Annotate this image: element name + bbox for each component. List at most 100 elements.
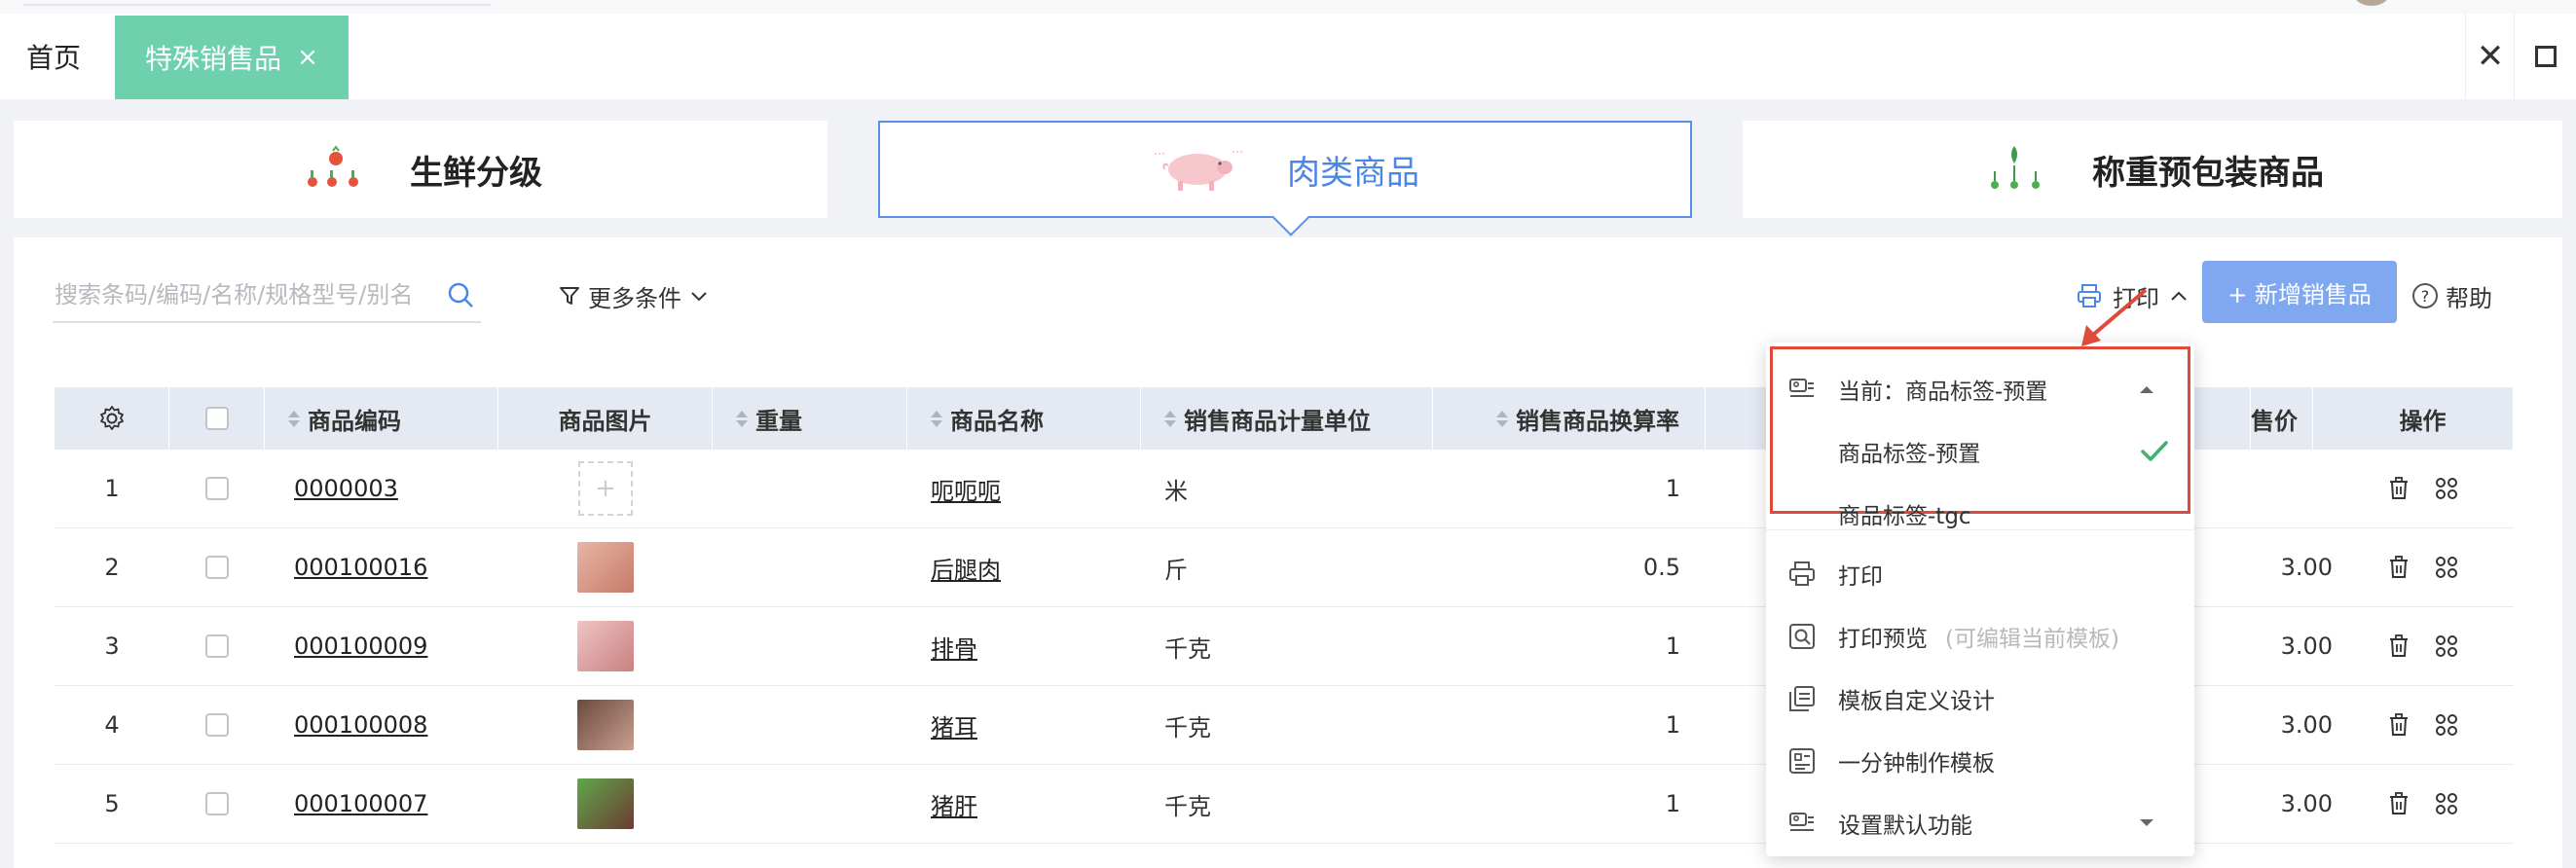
- product-name-link[interactable]: 呃呃呃: [931, 472, 1001, 506]
- trash-icon[interactable]: [2388, 556, 2410, 579]
- product-name-link[interactable]: 排骨: [931, 630, 977, 664]
- header-price[interactable]: 售价: [2177, 387, 2313, 450]
- ops-cell: [2333, 686, 2514, 764]
- category-weighed-prepack[interactable]: 称重预包装商品: [1743, 121, 2562, 218]
- chevron-up-icon: [2171, 291, 2187, 301]
- print-button[interactable]: 打印: [2076, 274, 2189, 317]
- more-filter-button[interactable]: 更多条件: [559, 276, 709, 315]
- rate-cell: 1: [1665, 475, 1680, 502]
- row-checkbox[interactable]: [205, 792, 229, 815]
- row-checkbox[interactable]: [205, 477, 229, 500]
- caret-up-icon[interactable]: [2138, 383, 2155, 395]
- row-checkbox[interactable]: [205, 634, 229, 658]
- fullscreen-button[interactable]: [2514, 14, 2576, 99]
- search-input[interactable]: [53, 272, 426, 317]
- product-name-link[interactable]: 猪肝: [931, 787, 977, 821]
- more-actions-icon[interactable]: [2435, 713, 2458, 737]
- rate-cell: 1: [1665, 711, 1680, 739]
- header-unit-label: 销售商品计量单位: [1184, 407, 1371, 435]
- unit-cell: 斤: [1164, 556, 1188, 584]
- code-cell: 000100007: [265, 765, 498, 843]
- header-weight[interactable]: 重量: [713, 387, 907, 450]
- image-placeholder[interactable]: +: [578, 461, 633, 516]
- header-weight-label: 重量: [755, 407, 802, 435]
- name-cell: 后腿肉: [907, 528, 1141, 606]
- check-icon: [2141, 441, 2168, 461]
- current-template-item[interactable]: 当前：商品标签-预置: [1766, 358, 2194, 420]
- trash-icon[interactable]: [2388, 713, 2410, 737]
- product-name-link[interactable]: 后腿肉: [931, 551, 1001, 585]
- name-cell: 猪肝: [907, 765, 1141, 843]
- product-thumbnail[interactable]: [577, 621, 634, 671]
- rate-cell: 1: [1665, 790, 1680, 817]
- price-cell: 3.00: [2280, 633, 2333, 660]
- current-template-label: 当前：商品标签-预置: [1838, 380, 2048, 405]
- name-cell: 呃呃呃: [907, 450, 1141, 527]
- header-code-label: 商品编码: [308, 407, 401, 435]
- product-code-link[interactable]: 0000003: [294, 475, 398, 502]
- tab-home[interactable]: 首页: [0, 14, 107, 99]
- product-thumbnail[interactable]: [577, 778, 634, 829]
- help-button[interactable]: ? 帮助: [2412, 274, 2492, 317]
- menu-divider: [1766, 529, 2194, 530]
- category-label: 肉类商品: [1287, 153, 1419, 193]
- default-setting-icon: [1789, 813, 1814, 831]
- unit-cell: 千克: [1164, 634, 1211, 663]
- print-action-item[interactable]: 打印: [1766, 543, 2194, 605]
- header-name[interactable]: 商品名称: [907, 387, 1141, 450]
- template-option-tgc[interactable]: 商品标签-tgc: [1766, 483, 2194, 545]
- template-design-item[interactable]: 模板自定义设计: [1766, 668, 2194, 730]
- product-thumbnail[interactable]: [577, 700, 634, 750]
- template-option-preset[interactable]: 商品标签-预置: [1766, 420, 2194, 483]
- sort-icon: [931, 410, 942, 427]
- more-actions-icon[interactable]: [2435, 792, 2458, 815]
- sort-icon: [736, 410, 748, 427]
- product-code-link[interactable]: 000100008: [294, 711, 427, 739]
- pig-icon: [1155, 151, 1242, 191]
- product-code-link[interactable]: 000100007: [294, 790, 427, 817]
- template-design-label: 模板自定义设计: [1838, 689, 1995, 714]
- header-rate[interactable]: 销售商品换算率: [1433, 387, 1706, 450]
- trash-icon[interactable]: [2388, 477, 2410, 500]
- product-code-link[interactable]: 000100009: [294, 633, 427, 660]
- product-thumbnail[interactable]: [577, 542, 634, 593]
- column-settings-button[interactable]: [55, 387, 169, 450]
- product-code-link[interactable]: 000100016: [294, 554, 427, 581]
- print-preview-item[interactable]: 打印预览 (可编辑当前模板): [1766, 605, 2194, 668]
- trash-icon[interactable]: [2388, 792, 2410, 815]
- price-cell: 3.00: [2280, 790, 2333, 817]
- tabs-bar: 首页 特殊销售品 × ✕: [0, 14, 2576, 99]
- row-checkbox[interactable]: [205, 713, 229, 737]
- header-code[interactable]: 商品编码: [265, 387, 498, 450]
- default-setting-item[interactable]: 设置默认功能: [1766, 792, 2194, 854]
- ops-cell: [2333, 528, 2514, 606]
- header-ops: 操作: [2333, 387, 2514, 450]
- trash-icon[interactable]: [2388, 634, 2410, 658]
- tab-special-sales[interactable]: 特殊销售品 ×: [115, 16, 349, 99]
- row-checkbox[interactable]: [205, 556, 229, 579]
- price-cell: [2177, 450, 2333, 527]
- greens-icon: [1991, 146, 2040, 189]
- product-name-link[interactable]: 猪耳: [931, 708, 977, 742]
- select-all-checkbox[interactable]: [204, 407, 229, 430]
- category-meat[interactable]: 肉类商品: [878, 121, 1692, 236]
- close-all-tabs-icon[interactable]: ✕: [2465, 14, 2515, 99]
- more-actions-icon[interactable]: [2435, 634, 2458, 658]
- tab-close-icon[interactable]: ×: [297, 43, 318, 72]
- template-list-icon: [1789, 379, 1814, 397]
- search-icon[interactable]: [446, 280, 475, 309]
- more-actions-icon[interactable]: [2435, 556, 2458, 579]
- avatar[interactable]: [2354, 0, 2389, 6]
- caret-down-icon[interactable]: [2138, 817, 2155, 829]
- add-sales-item-button[interactable]: + 新增销售品: [2202, 261, 2397, 323]
- image-cell: +: [498, 450, 713, 527]
- category-fresh-grading[interactable]: 生鲜分级: [14, 121, 828, 218]
- more-actions-icon[interactable]: [2435, 477, 2458, 500]
- chevron-down-icon: [691, 292, 707, 302]
- header-unit[interactable]: 销售商品计量单位: [1141, 387, 1433, 450]
- tab-label: 特殊销售品: [145, 43, 282, 75]
- code-cell: 000100008: [265, 686, 498, 764]
- quick-template-item[interactable]: 一分钟制作模板: [1766, 730, 2194, 792]
- print-template-menu: 当前：商品标签-预置 商品标签-预置 商品标签-tgc 打印 打印预览 (可编辑当…: [1766, 343, 2194, 856]
- header-rate-label: 销售商品换算率: [1516, 407, 1679, 435]
